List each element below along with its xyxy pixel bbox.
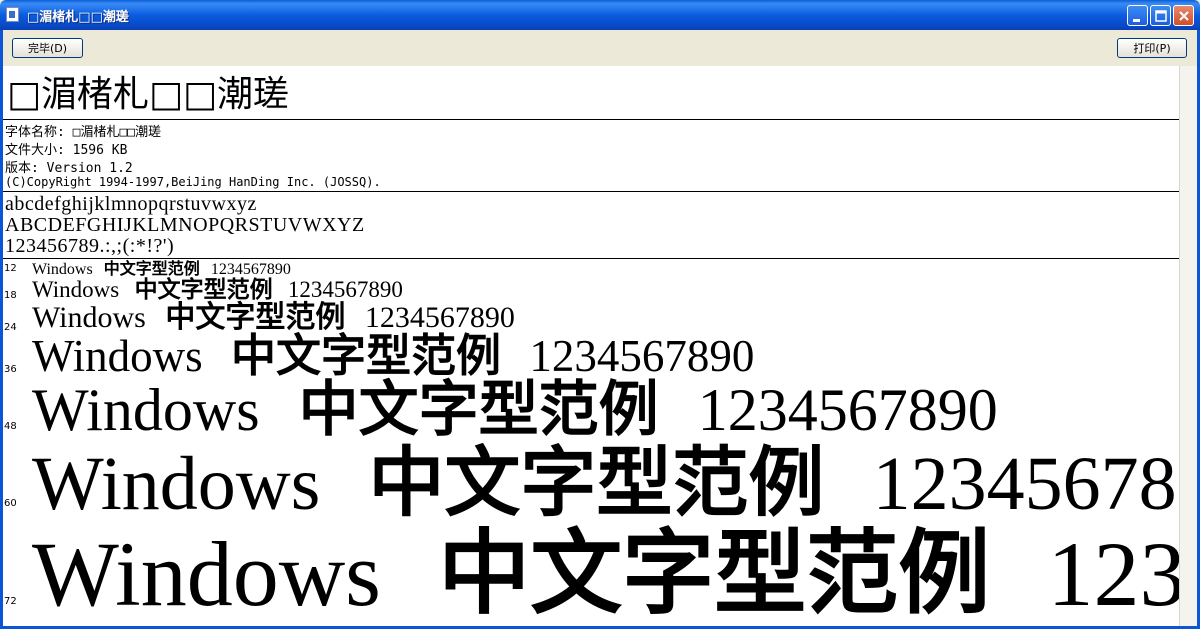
sample-digits: 1234567890 bbox=[697, 377, 998, 443]
sample-latin: Windows bbox=[32, 331, 203, 381]
lowercase-sample: abcdefghijklmnopqrstuvwxyz bbox=[5, 193, 257, 215]
font-preview-area: □湄楮札□□潮瑳 字体名称: □湄楮札□□潮瑳 文件大小: 1596 KB 版本… bbox=[3, 66, 1179, 626]
size-label: 12 bbox=[4, 263, 17, 274]
font-file-icon[interactable] bbox=[6, 7, 19, 22]
sample-cjk: 中文字型范例 bbox=[438, 520, 991, 626]
close-icon bbox=[1179, 11, 1189, 21]
sample-digits: 1234567890 bbox=[872, 442, 1179, 526]
vertical-scrollbar[interactable] bbox=[1179, 66, 1197, 626]
sample-cjk: 中文字型范例 bbox=[368, 438, 825, 527]
uppercase-sample: ABCDEFGHIJKLMNOPQRSTUVWXYZ bbox=[5, 214, 365, 236]
divider bbox=[3, 191, 1179, 192]
divider bbox=[3, 119, 1179, 120]
sample-latin: Windows bbox=[32, 377, 260, 443]
sample-digits: 1234567890 bbox=[1047, 523, 1179, 625]
font-display-name: □湄楮札□□潮瑳 bbox=[7, 74, 290, 115]
done-button[interactable]: 完毕(D) bbox=[12, 38, 83, 58]
close-button[interactable] bbox=[1173, 5, 1194, 26]
version-line: 版本: Version 1.2 bbox=[5, 161, 133, 176]
minimize-icon bbox=[1133, 19, 1140, 22]
size-label: 60 bbox=[4, 498, 17, 509]
minimize-button[interactable] bbox=[1127, 5, 1148, 26]
sample-latin: Windows bbox=[32, 442, 321, 526]
sample-latin: Windows bbox=[32, 523, 381, 625]
toolbar: 完毕(D) 打印(P) bbox=[3, 30, 1197, 66]
sample-latin: Windows bbox=[32, 277, 120, 302]
sample-cjk: 中文字型范例 bbox=[298, 375, 659, 445]
font-name-line: 字体名称: □湄楮札□□潮瑳 bbox=[5, 125, 162, 140]
size-label: 72 bbox=[4, 596, 17, 607]
sample-digits: 1234567890 bbox=[287, 277, 403, 302]
size-label: 48 bbox=[4, 421, 17, 432]
maximize-button[interactable] bbox=[1150, 5, 1171, 26]
size-label: 24 bbox=[4, 322, 17, 333]
title-bar[interactable]: □湄楮札□□潮瑳 bbox=[0, 0, 1200, 30]
digits-sample: 123456789.:,;(:*!?') bbox=[5, 235, 175, 257]
window-title: □湄楮札□□潮瑳 bbox=[27, 10, 129, 25]
copyright-line: (C)CopyRight 1994-1997,BeiJing HanDing I… bbox=[5, 175, 381, 189]
size-label: 36 bbox=[4, 364, 17, 375]
print-button[interactable]: 打印(P) bbox=[1117, 38, 1187, 58]
file-size-line: 文件大小: 1596 KB bbox=[5, 143, 128, 158]
maximize-icon bbox=[1155, 10, 1167, 22]
sample-digits: 1234567890 bbox=[529, 331, 755, 381]
size-label: 18 bbox=[4, 290, 17, 301]
